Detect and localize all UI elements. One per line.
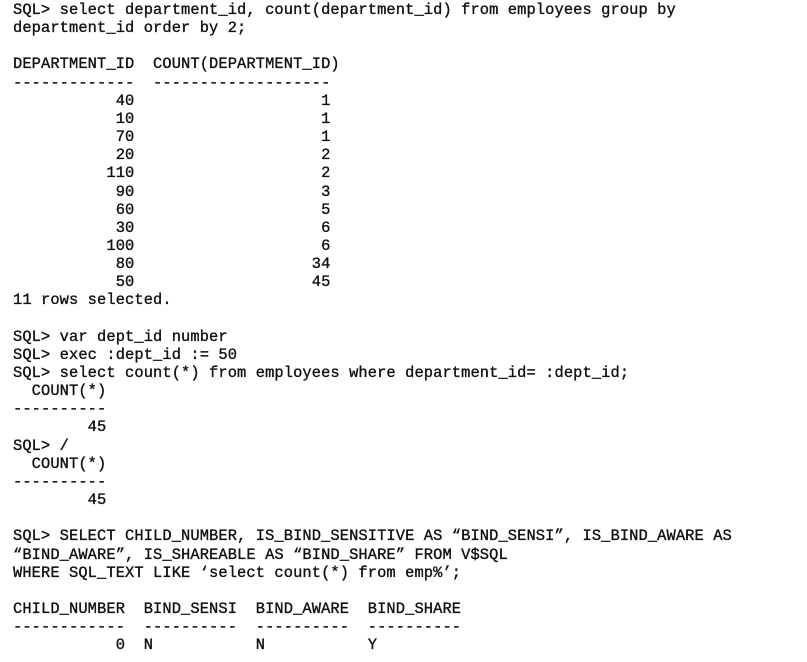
result-header: CHILD_NUMBER BIND_SENSI BIND_AWARE BIND_… xyxy=(13,599,462,618)
result-row: 110 2 xyxy=(13,164,331,183)
result-separator: ---------- xyxy=(13,472,107,491)
result-row: 70 1 xyxy=(13,128,331,147)
result-header: DEPARTMENT_ID COUNT(DEPARTMENT_ID) xyxy=(13,55,340,74)
result-row: 45 xyxy=(13,491,107,510)
result-row: 60 5 xyxy=(13,200,331,219)
result-row: 80 34 xyxy=(13,255,331,274)
result-header: COUNT(*) xyxy=(13,382,107,401)
result-row: 30 6 xyxy=(13,218,331,237)
result-row: 10 1 xyxy=(13,109,331,128)
sql-command-line: SQL> exec :dept_id := 50 xyxy=(13,345,238,364)
sql-command-line: SQL> select department_id, count(departm… xyxy=(13,1,676,19)
result-row: 50 45 xyxy=(13,273,331,292)
result-separator: ------------ ---------- ---------- -----… xyxy=(13,618,462,637)
result-row: 100 6 xyxy=(13,236,331,255)
result-separator: ---------- xyxy=(13,400,107,419)
result-separator: ------------- ------------------- xyxy=(13,73,331,92)
result-row: 20 2 xyxy=(13,146,331,165)
sql-command-line: SQL> / xyxy=(13,436,70,455)
result-row: 45 xyxy=(13,418,107,437)
sql-command-line: SQL> select count(*) from employees wher… xyxy=(13,364,630,382)
sql-command-line: SQL> SELECT CHILD_NUMBER, IS_BIND_SENSIT… xyxy=(13,527,732,546)
rows-selected-footer: 11 rows selected. xyxy=(13,291,172,310)
result-header: COUNT(*) xyxy=(13,454,107,473)
sql-command-continuation: “BIND_AWARE”, IS_SHAREABLE AS “BIND_SHAR… xyxy=(13,545,508,564)
sql-command-continuation: WHERE SQL_TEXT LIKE ‘select count(*) fro… xyxy=(13,563,462,582)
sql-command-continuation: department_id order by 2; xyxy=(13,19,247,38)
result-row: 40 1 xyxy=(13,91,331,110)
sql-command-line: SQL> var dept_id number xyxy=(13,327,228,346)
result-row: 0 N N Y xyxy=(13,636,378,655)
result-row: 90 3 xyxy=(13,182,331,201)
